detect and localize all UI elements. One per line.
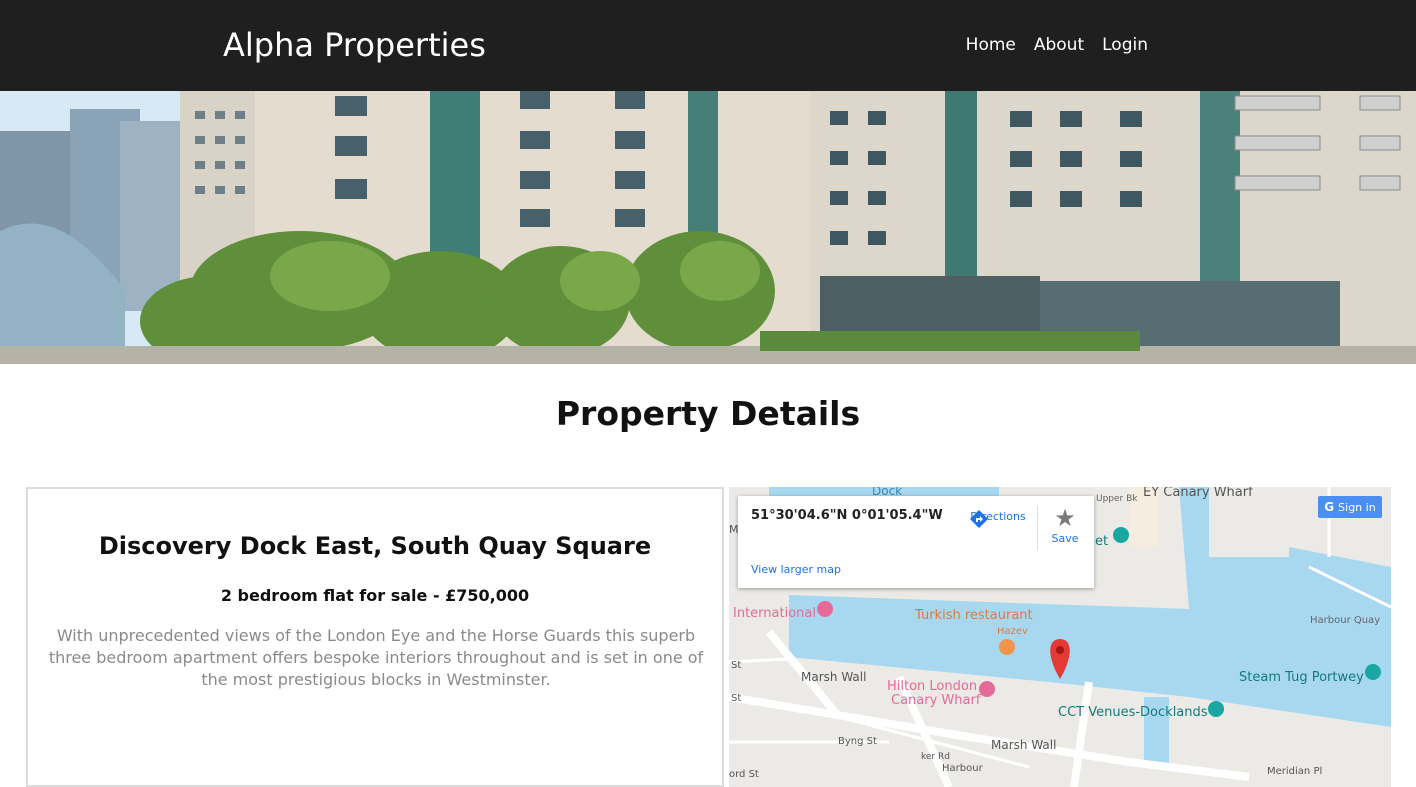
property-title: Discovery Dock East, South Quay Square — [98, 532, 652, 560]
nav-links: Home About Login — [966, 33, 1148, 57]
map-label-marsh-wall-2: Marsh Wall — [991, 738, 1057, 752]
map-label-et: et — [1095, 534, 1109, 549]
map-label-ord-st: ord St — [729, 769, 759, 780]
map-label-hazev: Hazev — [997, 626, 1028, 637]
embedded-map[interactable]: EY Canary Wharf International Turkish re… — [729, 487, 1391, 787]
map-label-steam-tug: Steam Tug Portwey — [1239, 670, 1364, 685]
map-label-cct: CCT Venues-Docklands — [1058, 705, 1208, 720]
map-label-harbour-quay: Harbour Quay — [1310, 615, 1381, 626]
map-label-byng: Byng St — [838, 736, 877, 747]
nav-about-link[interactable]: About — [1034, 33, 1084, 57]
map-label-ey: EY Canary Wharf — [1143, 487, 1253, 500]
sign-in-label: Sign in — [1338, 500, 1376, 514]
map-label-meridian: Meridian Pl — [1267, 766, 1323, 777]
map-label-marsh-wall: Marsh Wall — [801, 670, 867, 684]
map-label-st-1: St — [731, 660, 742, 671]
map-sign-in-button[interactable]: G Sign in — [1318, 496, 1382, 518]
map-label-ker-rd: ker Rd — [921, 752, 950, 762]
top-navbar: Alpha Properties Home About Login — [0, 0, 1416, 91]
property-details-card: Discovery Dock East, South Quay Square 2… — [26, 487, 724, 787]
page-title: Property Details — [555, 394, 861, 433]
property-description: With unprecedented views of the London E… — [48, 626, 704, 689]
map-info-panel: 51°30'04.6"N 0°01'05.4"W Directions ★ Sa… — [738, 496, 1094, 588]
map-label-upper-bk: Upper Bk — [1096, 494, 1138, 504]
google-icon: G — [1324, 500, 1335, 514]
map-label-st-2: St — [731, 693, 742, 704]
nav-login-link[interactable]: Login — [1102, 33, 1148, 57]
hero-banner-image — [0, 91, 1416, 364]
save-button[interactable]: ★ Save — [1043, 506, 1087, 545]
star-icon: ★ — [1054, 504, 1076, 532]
map-label-international: International — [733, 606, 816, 621]
map-label-turkish: Turkish restaurant — [915, 608, 1033, 623]
directions-icon — [970, 510, 988, 528]
view-larger-map-link[interactable]: View larger map — [751, 563, 841, 576]
map-label-canary-wharf: Canary Wharf — [891, 693, 981, 708]
property-price: 2 bedroom flat for sale - £750,000 — [220, 586, 530, 605]
save-label: Save — [1051, 532, 1079, 545]
brand-logo-link[interactable]: Alpha Properties — [223, 24, 486, 66]
map-coordinates: 51°30'04.6"N 0°01'05.4"W — [751, 508, 943, 523]
infobox-divider — [1037, 506, 1038, 550]
hero-buildings-illustration — [0, 91, 1416, 364]
nav-home-link[interactable]: Home — [966, 33, 1016, 57]
directions-button[interactable]: Directions — [968, 508, 1028, 528]
